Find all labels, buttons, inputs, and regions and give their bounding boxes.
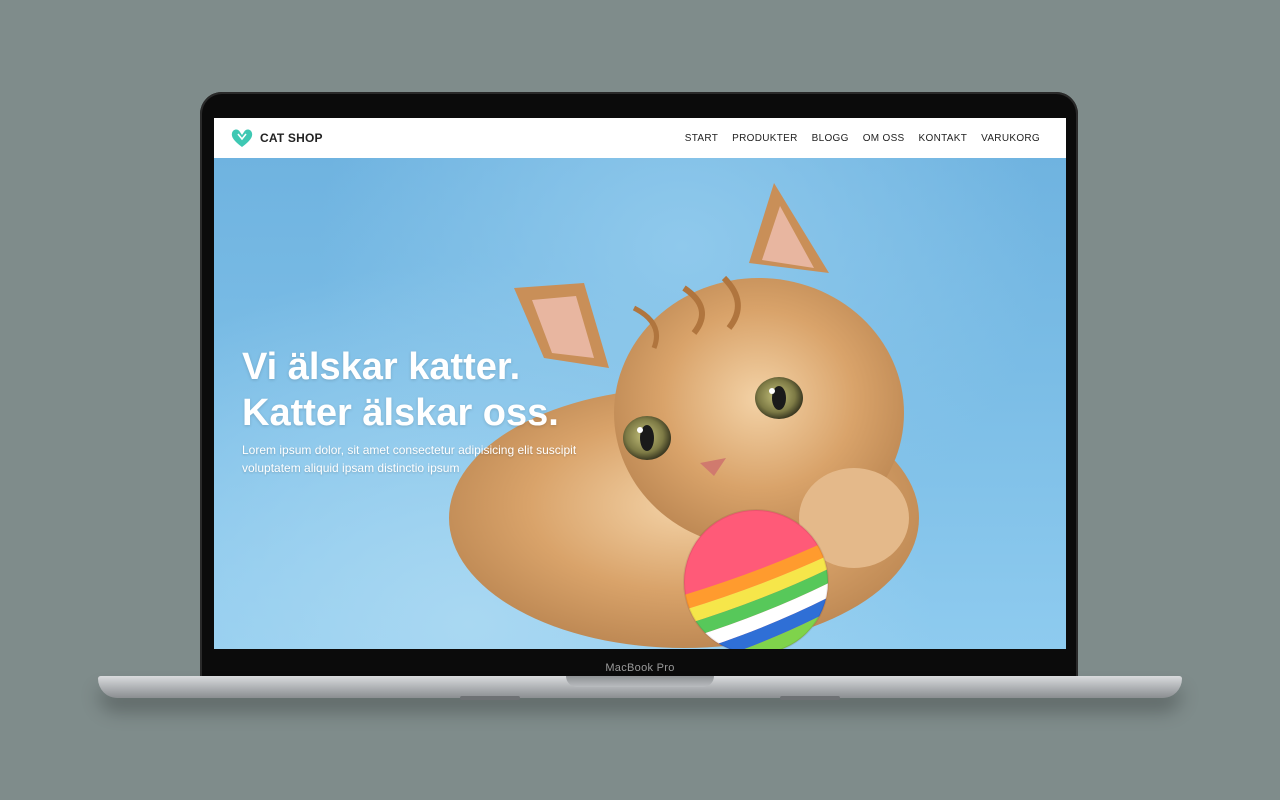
- hero-title: Vi älskar katter. Katter älskar oss.: [242, 344, 559, 436]
- main-nav: START PRODUKTER BLOGG OM OSS KONTAKT VAR…: [685, 133, 1040, 144]
- hero-description-line-2: voluptatem aliquid ipsam distinctio ipsu…: [242, 461, 460, 475]
- nav-produkter[interactable]: PRODUKTER: [732, 133, 797, 144]
- site-header: CAT SHOP START PRODUKTER BLOGG OM OSS KO…: [214, 118, 1066, 158]
- hero-title-line-2: Katter älskar oss.: [242, 392, 559, 434]
- nav-om-oss[interactable]: OM OSS: [863, 133, 905, 144]
- hero-section: Vi älskar katter. Katter älskar oss. Lor…: [214, 158, 1066, 649]
- brand-name: CAT SHOP: [260, 131, 323, 145]
- hero-description: Lorem ipsum dolor, sit amet consectetur …: [242, 441, 602, 477]
- heart-logo-icon: [231, 129, 253, 147]
- laptop-foot: [460, 696, 520, 700]
- laptop-notch: [566, 676, 714, 687]
- nav-start[interactable]: START: [685, 133, 718, 144]
- laptop-foot: [780, 696, 840, 700]
- nav-kontakt[interactable]: KONTAKT: [919, 133, 968, 144]
- brand-logo[interactable]: CAT SHOP: [230, 128, 323, 148]
- hero-description-line-1: Lorem ipsum dolor, sit amet consectetur …: [242, 443, 577, 457]
- device-label: MacBook Pro: [605, 662, 675, 674]
- browser-viewport: CAT SHOP START PRODUKTER BLOGG OM OSS KO…: [214, 118, 1066, 649]
- nav-varukorg[interactable]: VARUKORG: [981, 133, 1040, 144]
- nav-blogg[interactable]: BLOGG: [812, 133, 849, 144]
- hero-title-line-1: Vi älskar katter.: [242, 346, 521, 388]
